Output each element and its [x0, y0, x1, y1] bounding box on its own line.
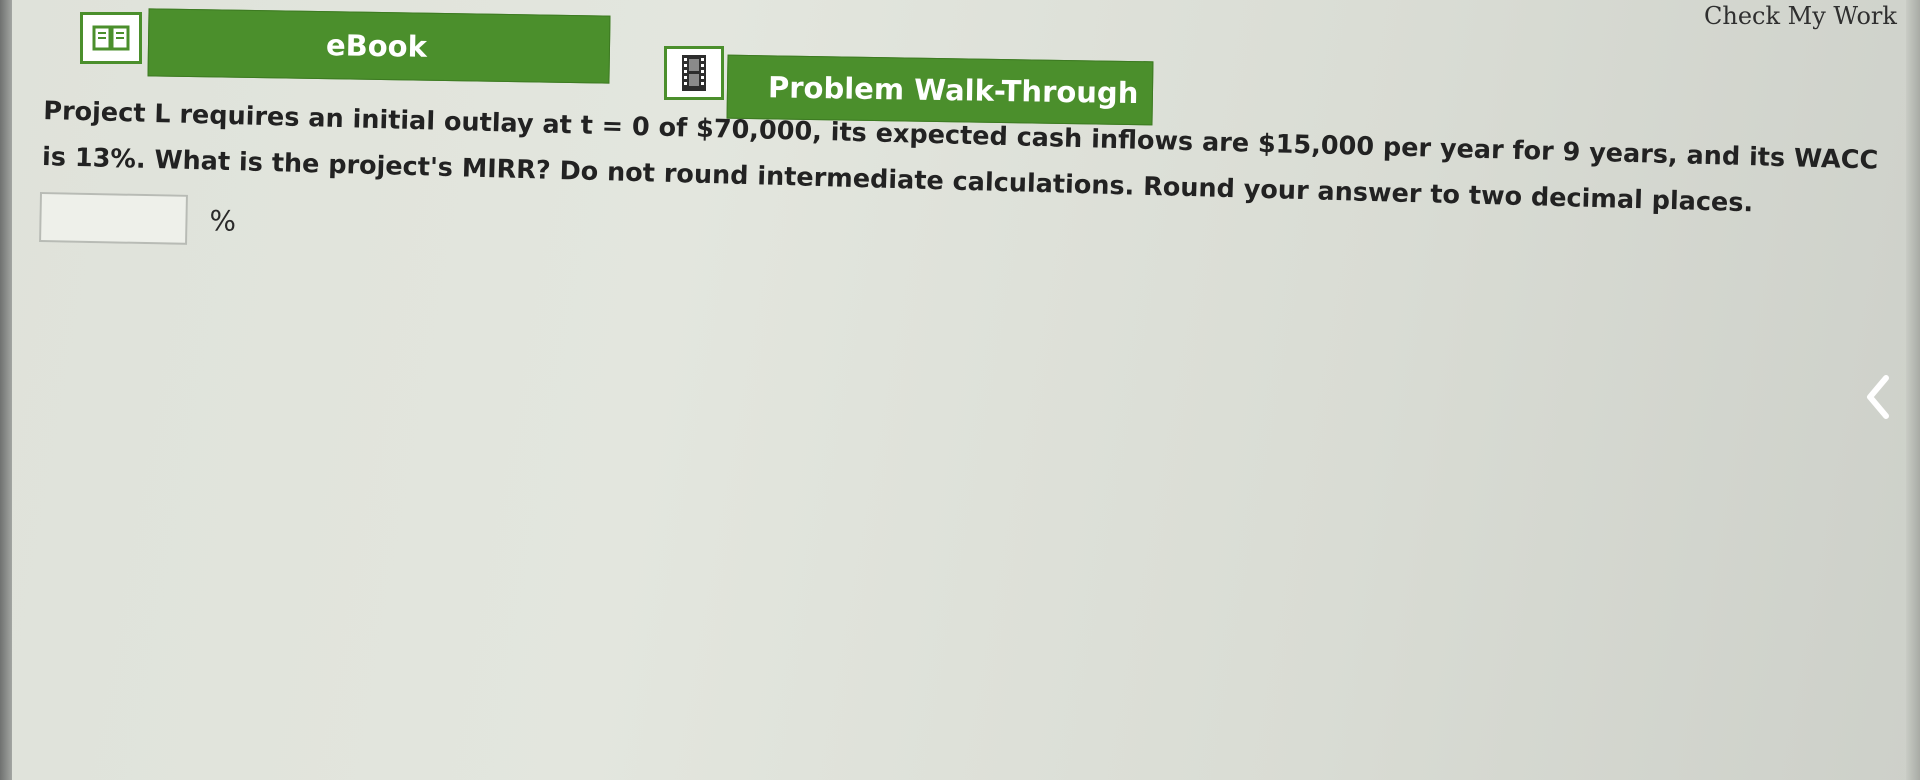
tab-ebook[interactable]: eBook	[147, 8, 611, 84]
answer-row: %	[39, 192, 237, 246]
book-icon	[92, 25, 130, 51]
percent-unit-label: %	[209, 203, 237, 238]
screen-right-edge	[1906, 0, 1920, 780]
film-icon	[682, 55, 706, 91]
ebook-icon-button[interactable]	[80, 12, 142, 64]
check-my-work-link[interactable]: Check My Work	[1704, 2, 1897, 30]
chevron-left-icon[interactable]	[1862, 372, 1892, 422]
walkthrough-icon-button[interactable]	[664, 46, 724, 100]
tab-ebook-label: eBook	[325, 28, 428, 64]
screen-left-edge	[0, 0, 12, 780]
mirr-answer-input[interactable]	[39, 192, 188, 245]
tab-walkthrough-label: Problem Walk-Through	[767, 70, 1139, 111]
